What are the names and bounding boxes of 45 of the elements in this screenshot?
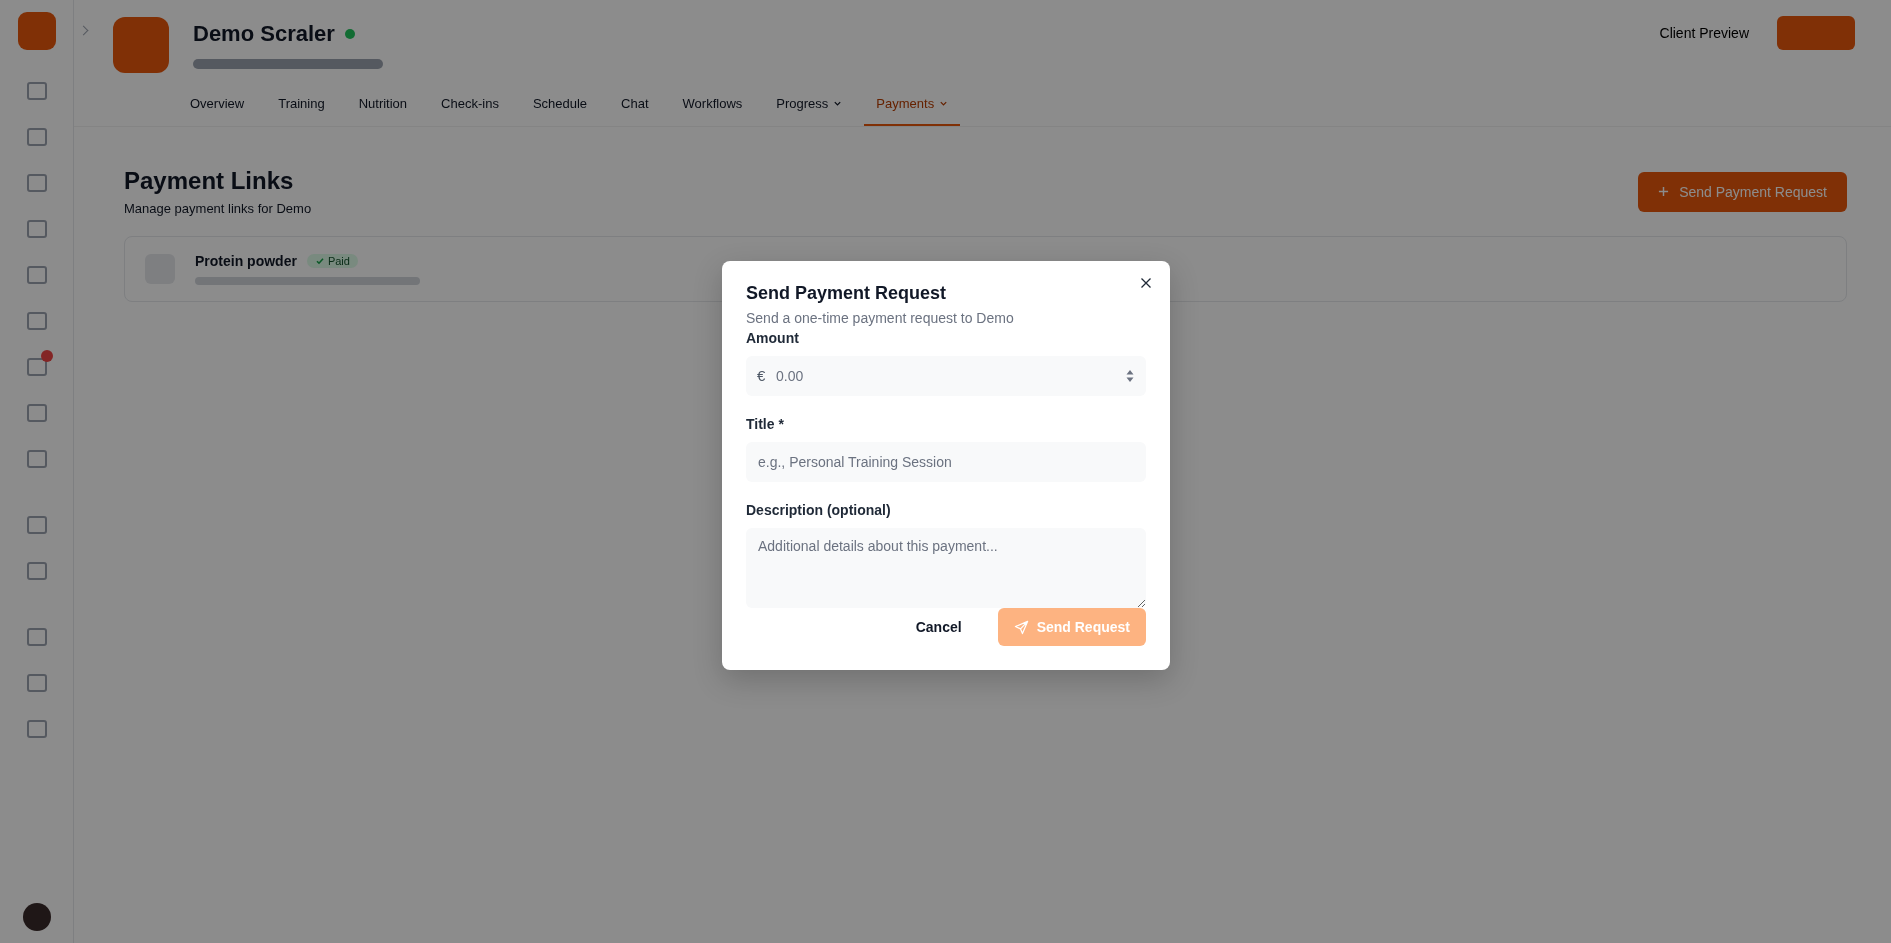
field-label: Amount [746, 330, 800, 346]
page-title: Payment Links [124, 167, 295, 195]
nav-icon[interactable] [26, 562, 47, 580]
nav-icon[interactable] [26, 516, 47, 534]
page-subtitle: Manage payment links for Demo [124, 201, 312, 216]
check-icon [314, 256, 325, 266]
client-logo-icon [113, 17, 169, 73]
nav-icon[interactable] [26, 450, 47, 468]
client-preview-button[interactable]: Client Preview [1653, 24, 1755, 42]
tab[interactable]: Chat [609, 86, 661, 126]
tab[interactable]: Overview [178, 86, 257, 126]
spinner-icon[interactable] [1126, 369, 1134, 383]
nav-icon[interactable] [26, 82, 47, 100]
client-name: Demo Scraler [193, 21, 335, 47]
dialog-subtitle: Send a one-time payment request to Demo [746, 310, 1015, 326]
tab[interactable]: Schedule [520, 86, 600, 126]
description-field[interactable]: Additional details about this payment... [746, 528, 1146, 608]
tab[interactable]: Progress [764, 86, 855, 126]
nav-icon[interactable] [26, 720, 47, 738]
notification-dot-icon [40, 350, 53, 362]
nav-icon[interactable] [26, 674, 47, 692]
title-field[interactable]: e.g., Personal Training Session [746, 442, 1146, 482]
tab[interactable]: Check-ins [429, 86, 511, 126]
status-badge: Paid [306, 254, 358, 268]
tab[interactable]: Workflows [670, 86, 755, 126]
nav-icon[interactable] [26, 628, 47, 646]
app-logo-icon[interactable] [17, 12, 56, 50]
field-label: Title * [746, 416, 785, 432]
plus-icon [1658, 186, 1670, 197]
currency-symbol: € [757, 367, 766, 385]
cancel-button[interactable]: Cancel [903, 609, 974, 645]
field-label: Description (optional) [746, 502, 892, 518]
nav-icon[interactable] [26, 128, 47, 146]
tab[interactable]: Training [266, 86, 337, 126]
nav-icon[interactable] [26, 404, 47, 422]
nav-icon[interactable] [26, 174, 47, 192]
nav-icon[interactable] [26, 266, 47, 284]
tab[interactable]: Nutrition [346, 86, 420, 126]
payment-link-title: Protein powder [195, 253, 297, 269]
avatar-icon[interactable] [22, 903, 51, 931]
send-icon [1013, 619, 1029, 635]
tab[interactable]: Payments [864, 86, 961, 126]
dialog-title: Send Payment Request [746, 283, 948, 304]
nav-icon[interactable] [26, 220, 47, 238]
nav-icon[interactable] [26, 312, 47, 330]
